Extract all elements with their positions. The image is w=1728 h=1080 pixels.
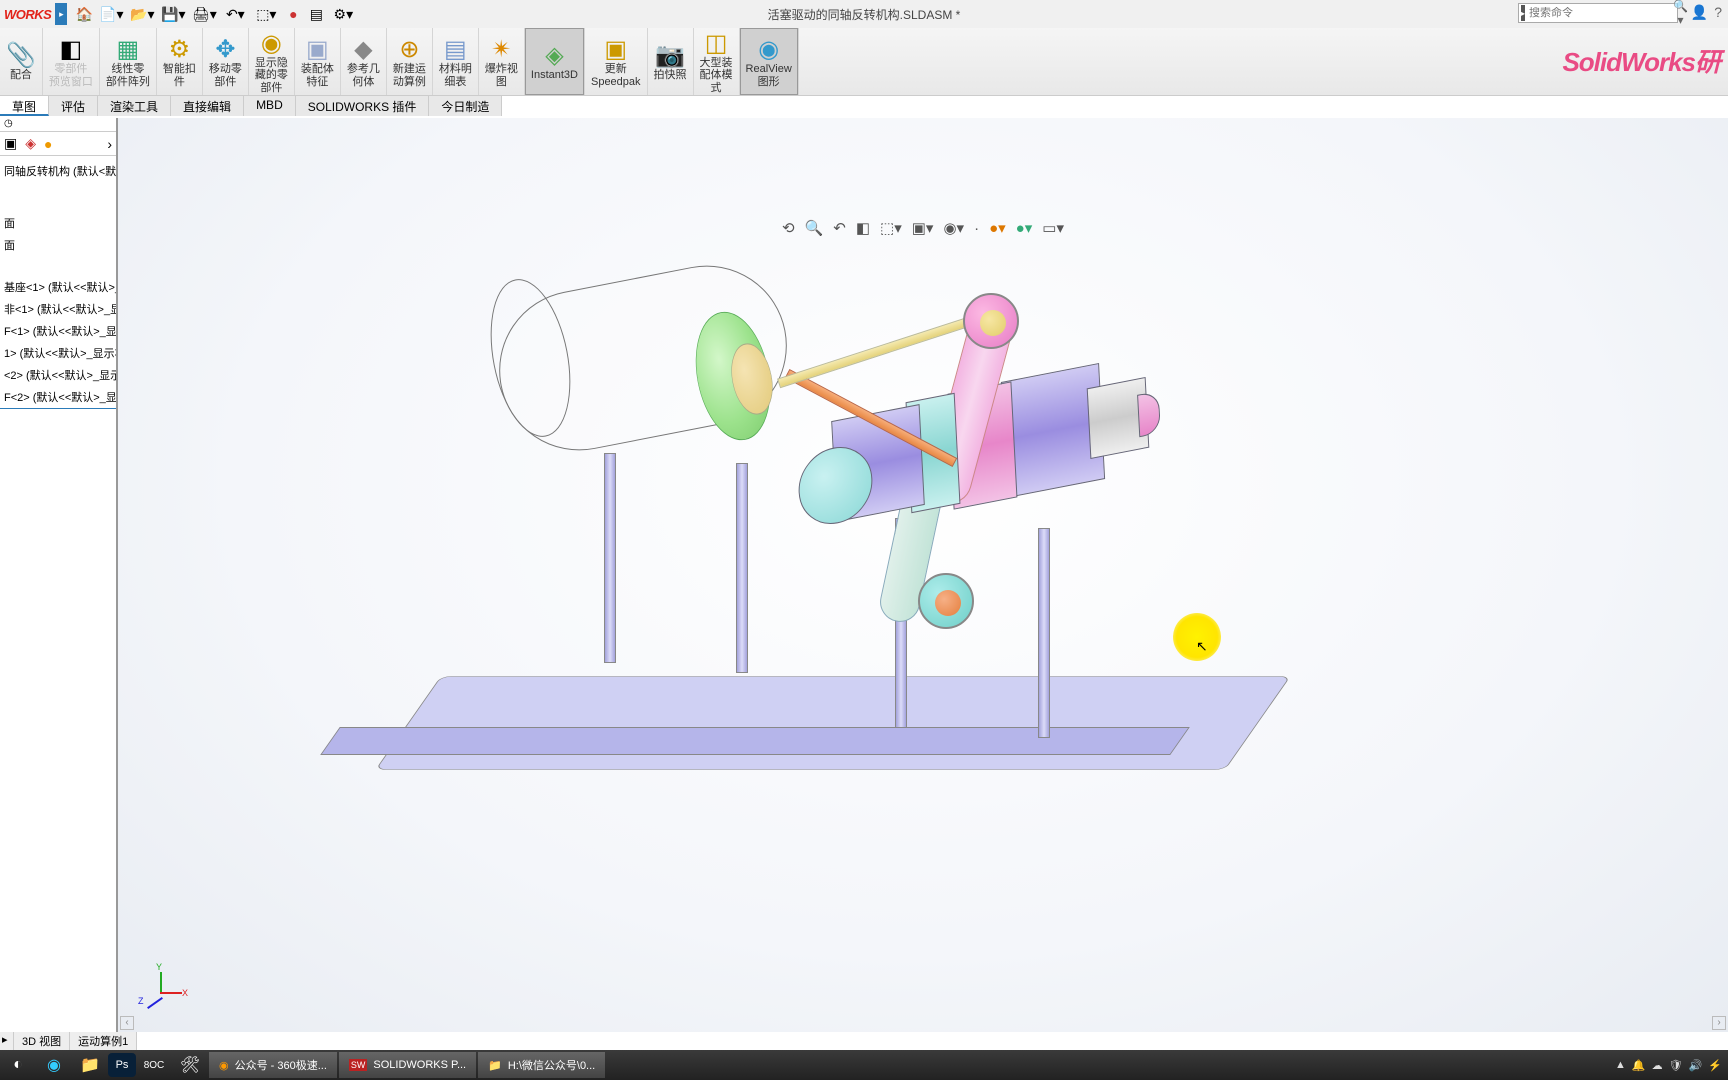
ribbon-large-assembly[interactable]: ◫大型装 配体模 式: [694, 28, 740, 95]
taskbar-task[interactable]: 📁H:\微信公众号\0...: [478, 1052, 605, 1078]
taskbar-task[interactable]: ◉公众号 - 360极速...: [209, 1052, 337, 1078]
select-icon[interactable]: ⬚▾: [251, 3, 281, 25]
tree-icon-1[interactable]: ▣: [4, 135, 17, 152]
system-tray[interactable]: ▲ 🔔 ☁ 🛡 🔊 ⚡: [1609, 1059, 1728, 1072]
ribbon-motion-study[interactable]: ⊕新建运 动算例: [387, 28, 433, 95]
tree-item[interactable]: 1> (默认<<默认>_显示状: [0, 342, 116, 364]
tray-icon[interactable]: ⚡: [1708, 1059, 1722, 1072]
assembly-model: [398, 198, 1278, 838]
new-icon[interactable]: 📄▾: [96, 3, 126, 25]
settings-icon[interactable]: ⚙▾: [328, 3, 358, 25]
user-icon[interactable]: 👤: [1691, 4, 1708, 21]
taskbar-task[interactable]: SWSOLIDWORKS P...: [339, 1052, 476, 1078]
photoshop-icon[interactable]: Ps: [108, 1053, 136, 1077]
ribbon-linear-pattern[interactable]: ▦线性零 部件阵列: [100, 28, 157, 95]
tree-item[interactable]: 面: [0, 234, 116, 256]
tab-today[interactable]: 今日制造: [429, 96, 502, 116]
tray-icon[interactable]: 🔔: [1632, 1059, 1646, 1072]
quick-access-toolbar: WORKS ▸ 🏠 📄▾ 📂▾ 💾▾ 🖨▾ ↶▾ ⬚▾ ● ▤ ⚙▾ 活塞驱动的…: [0, 0, 1728, 28]
ribbon-preview: ◧零部件 预览窗口: [43, 28, 100, 95]
open-icon[interactable]: 📂▾: [127, 3, 157, 25]
tree-item[interactable]: F<1> (默认<<默认>_显示状: [0, 320, 116, 342]
ribbon-reference-geometry[interactable]: ◆参考几 何体: [341, 28, 387, 95]
explorer-icon[interactable]: 📁: [72, 1050, 108, 1080]
support-post: [604, 453, 616, 663]
ribbon-assembly-feature[interactable]: ▣装配体 特征: [295, 28, 341, 95]
command-search[interactable]: ▸ 🔍▾: [1518, 3, 1678, 23]
ribbon-instant3d[interactable]: ◈Instant3D: [525, 28, 585, 95]
tray-icon[interactable]: 🛡: [1669, 1059, 1683, 1072]
tree-item[interactable]: 基座<1> (默认<<默认>_显: [0, 276, 116, 298]
undo-icon[interactable]: ↶▾: [220, 3, 250, 25]
scrollbar-horizontal[interactable]: ‹›: [120, 1016, 1726, 1030]
tree-item[interactable]: F<2> (默认<<默认>_显示状: [0, 386, 116, 409]
search-input[interactable]: [1527, 7, 1673, 19]
options-icon[interactable]: ▤: [305, 3, 327, 25]
home-icon[interactable]: 🏠: [73, 3, 95, 25]
app-logo: WORKS: [0, 7, 55, 22]
ribbon-exploded-view[interactable]: ✴爆炸视 图: [479, 28, 525, 95]
taskbar-app-icon[interactable]: 8OC: [136, 1050, 172, 1080]
search-icon[interactable]: 🔍▾: [1673, 0, 1688, 27]
3d-viewport[interactable]: ⟲ 🔍 ↶ ◧ ⬚▾ ▣▾ ◉▾ · ●▾ ●▾ ▭▾: [118, 118, 1728, 1032]
tab-directedit[interactable]: 直接编辑: [171, 96, 244, 116]
tab-mbd[interactable]: MBD: [244, 96, 296, 116]
print-icon[interactable]: 🖨▾: [189, 3, 219, 25]
search-play-icon: ▸: [1521, 5, 1525, 21]
support-post: [736, 463, 748, 673]
watermark-text: SolidWorks研: [1562, 42, 1720, 79]
rebuild-icon[interactable]: ●: [282, 3, 304, 25]
tray-icon[interactable]: 🔊: [1689, 1059, 1703, 1072]
tree-item[interactable]: <2> (默认<<默认>_显示状: [0, 364, 116, 386]
bottom-tabs: ▸ 3D 视图 运动算例1: [0, 1032, 137, 1050]
taskbar-app-icon[interactable]: ◉: [36, 1050, 72, 1080]
tree-icon-3[interactable]: ●: [44, 136, 52, 152]
ribbon: 📎配合 ◧零部件 预览窗口 ▦线性零 部件阵列 ⚙智能扣 件 ✥移动零 部件 ◉…: [0, 28, 1728, 96]
tree-tab-icon[interactable]: ◷: [0, 118, 116, 132]
taskbar-app-icon[interactable]: 🛠: [172, 1050, 208, 1080]
help-icon[interactable]: ?: [1714, 4, 1722, 21]
feature-tree: ◷ ▣ ◈ ● › 同轴反转机构 (默认<默认_显 面 面 基座<1> (默认<…: [0, 118, 118, 1050]
bottom-tab-model-icon[interactable]: ▸: [0, 1032, 14, 1050]
ribbon-realview[interactable]: ◉RealView 图形: [740, 28, 799, 95]
tab-render[interactable]: 渲染工具: [98, 96, 171, 116]
crank-pivot-top: [963, 293, 1019, 349]
tray-icon[interactable]: ☁: [1652, 1059, 1663, 1072]
tab-evaluate[interactable]: 评估: [49, 96, 98, 116]
windows-taskbar: ◐ ◉ 📁 Ps 8OC 🛠 ◉公众号 - 360极速... SWSOLIDWO…: [0, 1050, 1728, 1080]
ribbon-mate[interactable]: 📎配合: [0, 28, 43, 95]
base-plate-side: [320, 727, 1190, 755]
chevron-right-icon[interactable]: ›: [107, 136, 112, 152]
shaft-tip: [1137, 391, 1161, 438]
flyout-arrow-icon[interactable]: ▸: [55, 3, 67, 25]
tab-addins[interactable]: SOLIDWORKS 插件: [296, 96, 430, 116]
ribbon-move-component[interactable]: ✥移动零 部件: [203, 28, 249, 95]
tab-sketch[interactable]: 草图: [0, 96, 49, 116]
tree-root[interactable]: 同轴反转机构 (默认<默认_显: [0, 160, 116, 182]
ribbon-speedpak[interactable]: ▣更新 Speedpak: [585, 28, 648, 95]
ribbon-snapshot[interactable]: 📷拍快照: [648, 28, 694, 95]
origin-triad: YXZ: [138, 972, 178, 1012]
tree-item[interactable]: 非<1> (默认<<默认>_显示: [0, 298, 116, 320]
cursor-icon: ↖: [1196, 638, 1208, 655]
document-title: 活塞驱动的同轴反转机构.SLDASM *: [768, 6, 961, 23]
tree-icon-2[interactable]: ◈: [25, 135, 36, 152]
ribbon-bom[interactable]: ▤材料明 细表: [433, 28, 479, 95]
base-plate: [375, 676, 1290, 770]
manager-tabs: 草图 评估 渲染工具 直接编辑 MBD SOLIDWORKS 插件 今日制造: [0, 96, 502, 116]
ribbon-show-hidden[interactable]: ◉显示隐 藏的零 部件: [249, 28, 295, 95]
start-icon[interactable]: ◐: [0, 1050, 36, 1080]
save-icon[interactable]: 💾▾: [158, 3, 188, 25]
bottom-tab-3dview[interactable]: 3D 视图: [14, 1032, 70, 1050]
bottom-tab-motion[interactable]: 运动算例1: [70, 1032, 137, 1050]
tree-item[interactable]: 面: [0, 212, 116, 234]
crank-pivot-bottom: [918, 573, 974, 629]
tray-icon[interactable]: ▲: [1615, 1059, 1626, 1071]
ribbon-smart-fastener[interactable]: ⚙智能扣 件: [157, 28, 203, 95]
support-post: [1038, 528, 1050, 738]
